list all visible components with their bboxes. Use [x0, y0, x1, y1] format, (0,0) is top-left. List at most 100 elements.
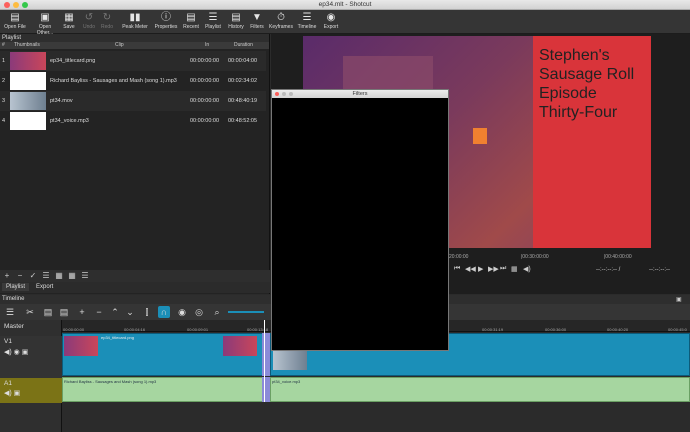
track-master-label[interactable]: Master	[0, 323, 62, 330]
playhead[interactable]	[264, 320, 265, 402]
minimize-window-button[interactable]	[282, 92, 286, 96]
recent-icon: ▤	[186, 12, 196, 23]
window-title: ep34.mlt - Shotcut	[318, 1, 372, 8]
row-in: 00:00:00:00	[190, 58, 220, 64]
fast-forward-icon[interactable]: ▶▶	[488, 265, 499, 273]
col-duration[interactable]: Duration	[234, 42, 253, 49]
mute-icon[interactable]: ◀)	[4, 390, 12, 397]
open-other-button[interactable]: ▣ Open Other...	[30, 11, 60, 36]
col-thumbnails[interactable]: Thumbnails	[14, 42, 40, 49]
row-num: 4	[2, 118, 6, 124]
split-icon[interactable]: ⫿	[141, 306, 153, 318]
tab-playlist[interactable]: Playlist	[2, 283, 30, 291]
dock-float-icon[interactable]: ▣	[676, 296, 682, 303]
scene-character	[473, 128, 487, 144]
ripple-icon[interactable]: ◎	[193, 306, 205, 318]
track-headers: Master V1 ◀) ◉ ▣ A1 ◀) ▣	[0, 320, 62, 432]
row-num: 2	[2, 78, 6, 84]
row-duration: 00:02:34:02	[228, 78, 258, 84]
track-a1[interactable]: A1 ◀) ▣	[0, 378, 62, 403]
properties-button[interactable]: ⓘ Properties	[153, 11, 179, 33]
col-num[interactable]: #	[2, 42, 5, 49]
snap-icon[interactable]: ∩	[158, 306, 170, 318]
info-icon: ⓘ	[161, 12, 171, 23]
copy-icon[interactable]: ▤	[42, 306, 54, 318]
remove-icon[interactable]: −	[93, 306, 105, 318]
paste-icon[interactable]: ▤	[58, 306, 70, 318]
rewind-icon[interactable]: ◀◀	[465, 265, 476, 273]
update-icon[interactable]: ✓	[28, 271, 38, 281]
menu-icon[interactable]: ☰	[4, 306, 16, 318]
filters-button[interactable]: ▼ Filters	[248, 11, 266, 33]
timecode-total: --:--:--:--	[649, 267, 670, 273]
add-icon[interactable]: +	[2, 271, 12, 281]
col-in[interactable]: In	[205, 42, 209, 49]
undo-button[interactable]: ↺ Undo	[81, 11, 97, 33]
history-button[interactable]: ▤ History	[225, 11, 247, 33]
row-clip: pt34.mov	[50, 98, 73, 104]
timeline-icon: ☰	[302, 12, 312, 23]
cut-icon[interactable]: ✂	[24, 306, 36, 318]
playlist-row[interactable]: 1 ep34_titlecard.png 00:00:00:00 00:00:0…	[0, 51, 266, 71]
ruler-tick-label: 00:00:00:00	[63, 327, 85, 332]
skip-next-icon[interactable]: ⏭	[500, 265, 506, 273]
close-window-button[interactable]	[275, 92, 279, 96]
filters-window[interactable]: Filters	[271, 89, 449, 351]
menu-icon[interactable]: ☰	[80, 271, 90, 281]
lock-icon[interactable]: ▣	[22, 349, 29, 356]
append-icon[interactable]: +	[76, 306, 88, 318]
timeline-button[interactable]: ☰ Timeline	[296, 11, 318, 33]
play-icon[interactable]: ▶	[478, 265, 483, 273]
playlist-header: # Thumbnails Clip In Duration	[0, 42, 269, 49]
save-icon: ▦	[64, 12, 74, 23]
recent-button[interactable]: ▤ Recent	[181, 11, 201, 33]
filters-window-titlebar[interactable]: Filters	[272, 90, 448, 98]
playlist-button[interactable]: ☰ Playlist	[202, 11, 224, 33]
view-details-icon[interactable]: ☰	[41, 271, 51, 281]
row-in: 00:00:00:00	[190, 98, 220, 104]
playlist-row[interactable]: 2 Richard Bayliss - Sausages and Mash (s…	[0, 71, 266, 91]
timeline-clip-song[interactable]: Richard Bayliss - Sausages and Mash (son…	[62, 377, 264, 402]
skip-previous-icon[interactable]: ⏮	[454, 265, 460, 273]
track-v1-label: V1	[4, 338, 12, 345]
ruler-tick-label: 00:00:45:0	[668, 327, 687, 332]
open-file-button[interactable]: ▤ Open File	[3, 11, 27, 33]
mute-icon[interactable]: ◀)	[4, 349, 12, 356]
grid-icon[interactable]: ▦	[511, 265, 518, 273]
zoom-out-icon[interactable]: ⌕	[211, 306, 223, 318]
save-button[interactable]: ▦ Save	[61, 11, 77, 33]
peak-meter-button[interactable]: ▮▮ Peak Meter	[120, 11, 150, 33]
redo-button[interactable]: ↻ Redo	[99, 11, 115, 33]
filters-label: Filters	[250, 24, 264, 30]
lock-icon[interactable]: ▣	[14, 390, 21, 397]
remove-icon[interactable]: −	[15, 271, 25, 281]
track-a1-lane: Richard Bayliss - Sausages and Mash (son…	[62, 377, 690, 402]
playlist-row[interactable]: 4 pt34_voice.mp3 00:00:00:00 00:48:52:05	[0, 111, 266, 131]
funnel-icon: ▼	[252, 12, 262, 23]
tab-export[interactable]: Export	[32, 283, 57, 291]
playlist-row[interactable]: 3 pt34.mov 00:00:00:00 00:48:40:19	[0, 91, 266, 111]
view-tiles-icon[interactable]: ▦	[54, 271, 64, 281]
lift-icon[interactable]: ⌃	[109, 306, 121, 318]
zoom-slider[interactable]	[228, 311, 264, 313]
scrub-icon[interactable]: ◉	[176, 306, 188, 318]
filters-window-title: Filters	[352, 91, 368, 97]
timeline-clip-voice[interactable]: pt34_voice.mp3	[270, 377, 690, 402]
overwrite-icon[interactable]: ⌄	[124, 306, 136, 318]
row-num: 1	[2, 58, 6, 64]
volume-icon[interactable]: ◀)	[523, 265, 531, 273]
peak-meter-icon: ▮▮	[129, 12, 141, 23]
keyframes-button[interactable]: ⏱ Keyframes	[268, 11, 294, 33]
clip-thumbnail	[273, 350, 307, 370]
timecode-current[interactable]: --:--:--:-- /	[596, 267, 620, 273]
folder-open-icon: ▤	[10, 12, 20, 23]
row-duration: 00:48:40:19	[228, 98, 258, 104]
hide-icon[interactable]: ◉	[14, 349, 20, 356]
playlist-icon: ☰	[208, 12, 218, 23]
zoom-window-button[interactable]	[289, 92, 293, 96]
col-clip[interactable]: Clip	[115, 42, 124, 49]
timeline-clip-titlecard[interactable]: ep34_titlecard.png	[62, 333, 264, 376]
view-icons-icon[interactable]: ▦	[67, 271, 77, 281]
export-button[interactable]: ◉ Export	[320, 11, 342, 33]
track-v1[interactable]: V1 ◀) ◉ ▣	[0, 336, 62, 379]
